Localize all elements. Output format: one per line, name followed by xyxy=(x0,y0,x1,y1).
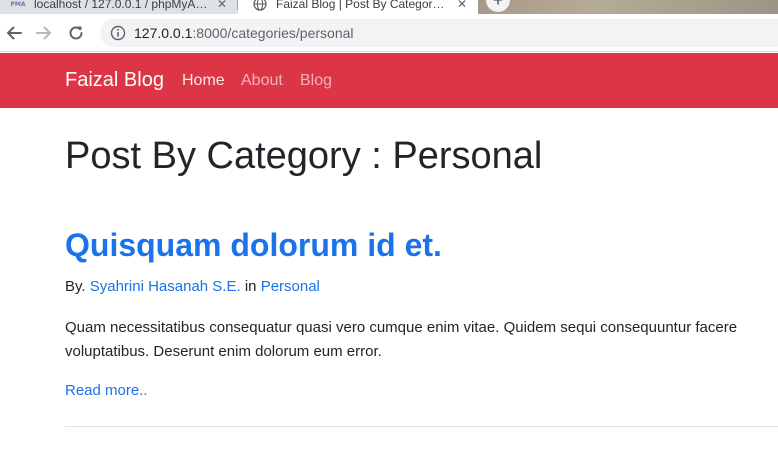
tab-phpmyadmin[interactable]: PMA localhost / 127.0.0.1 / phpMyAdmin ✕ xyxy=(0,0,238,14)
brand-link[interactable]: Faizal Blog xyxy=(65,69,164,92)
byline-in: in xyxy=(244,278,257,295)
site-navbar: Faizal Blog Home About Blog xyxy=(0,53,778,108)
author-link[interactable]: Syahrini Hasanah S.E. xyxy=(90,278,241,295)
forward-arrow-icon[interactable] xyxy=(34,23,54,43)
tab-close-icon[interactable]: ✕ xyxy=(214,0,230,12)
category-link[interactable]: Personal xyxy=(261,278,320,295)
info-icon[interactable] xyxy=(110,25,126,41)
browser-tab-strip: PMA localhost / 127.0.0.1 / phpMyAdmin ✕… xyxy=(0,0,778,14)
desktop-background xyxy=(478,0,778,14)
post-byline: By. Syahrini Hasanah S.E. in Personal xyxy=(65,278,320,295)
nav-link-blog[interactable]: Blog xyxy=(300,72,332,90)
reload-icon[interactable] xyxy=(66,23,86,43)
nav-link-about[interactable]: About xyxy=(241,72,283,90)
post-excerpt: Quam necessitatibus consequatur quasi ve… xyxy=(65,316,778,364)
post-divider xyxy=(65,426,778,427)
browser-toolbar: 127.0.0.1:8000/categories/personal xyxy=(0,14,778,52)
read-more-link[interactable]: Read more.. xyxy=(65,382,148,399)
page-title: Post By Category : Personal xyxy=(65,135,543,177)
excerpt-line: voluptatibus. Deserunt enim dolorum eum … xyxy=(65,343,382,360)
phpmyadmin-favicon-icon: PMA xyxy=(10,0,26,8)
url-path: :8000/categories/personal xyxy=(192,25,354,41)
byline-prefix: By. xyxy=(65,278,86,295)
globe-icon xyxy=(252,0,268,12)
post-title-link[interactable]: Quisquam dolorum id et. xyxy=(65,226,442,264)
nav-link-home[interactable]: Home xyxy=(182,72,225,90)
tab-title: Faizal Blog | Post By Category Personal xyxy=(276,0,448,11)
back-arrow-icon[interactable] xyxy=(4,23,24,43)
url-host: 127.0.0.1 xyxy=(134,25,193,41)
url-text[interactable]: 127.0.0.1:8000/categories/personal xyxy=(134,25,354,41)
tab-title: localhost / 127.0.0.1 / phpMyAdmin xyxy=(34,0,208,11)
tab-close-icon[interactable]: ✕ xyxy=(454,0,470,12)
tab-faizal-blog[interactable]: Faizal Blog | Post By Category Personal … xyxy=(238,0,478,14)
excerpt-line: Quam necessitatibus consequatur quasi ve… xyxy=(65,319,738,336)
address-bar[interactable]: 127.0.0.1:8000/categories/personal xyxy=(100,19,778,47)
